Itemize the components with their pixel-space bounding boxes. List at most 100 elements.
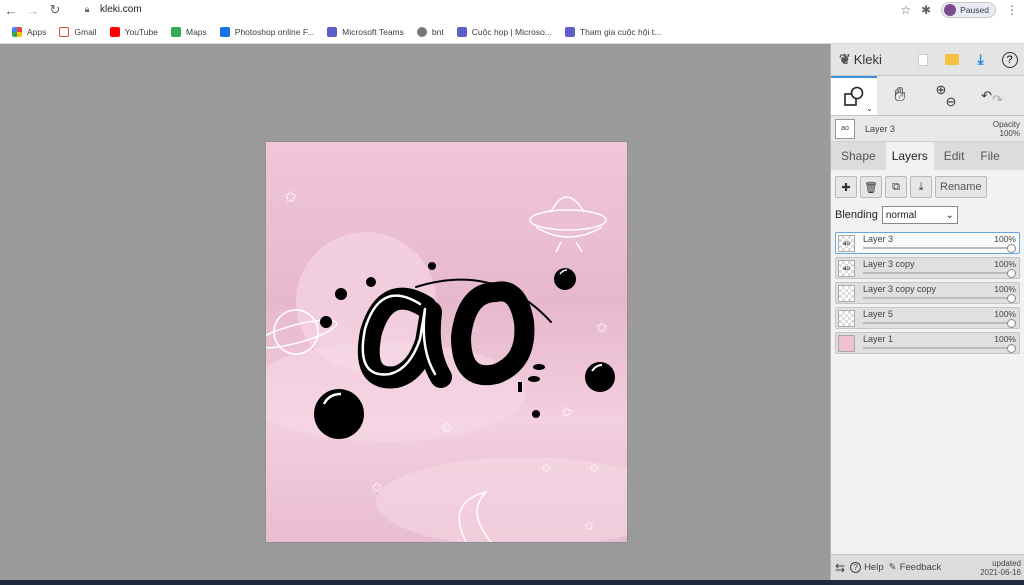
redo-icon[interactable]: ↷	[992, 92, 1003, 108]
tab-edit[interactable]: Edit	[938, 142, 971, 170]
blending-select[interactable]: normal ⌄	[881, 206, 958, 224]
svg-text:✩: ✩	[541, 461, 551, 475]
reload-icon[interactable]: ↻	[44, 0, 66, 20]
layer-preview-name: Layer 3	[865, 123, 896, 134]
layer-item[interactable]: Layer 3 copy copy 100%	[835, 282, 1020, 304]
undo-redo-icon[interactable]: ↶ ↷	[969, 76, 1015, 115]
panel-header: ❦ Kleki ⤓ ?	[831, 44, 1024, 76]
layer-thumbnail	[838, 310, 855, 327]
opacity-slider-handle[interactable]	[1007, 319, 1016, 328]
undo-icon[interactable]: ↶	[981, 88, 992, 104]
bookmark-teams[interactable]: Microsoft Teams	[327, 26, 404, 37]
kleki-logo[interactable]: ❦ Kleki	[839, 51, 908, 68]
shape-tool-icon[interactable]: ⌄	[831, 76, 877, 115]
teams-icon	[564, 26, 575, 37]
bookmark-gmail[interactable]: Gmail	[59, 26, 97, 37]
layer-item[interactable]: ao Layer 3 copy 100%	[835, 257, 1020, 279]
bookmark-star-icon[interactable]: ☆	[900, 3, 911, 17]
layer-opacity: 100%	[994, 234, 1016, 244]
bookmark-label: Apps	[27, 26, 47, 37]
svg-text:✩: ✩	[584, 519, 594, 533]
delete-layer-icon[interactable]: 🗑︎	[860, 176, 882, 198]
tab-shape[interactable]: Shape	[835, 142, 882, 170]
download-icon[interactable]: ⤓	[966, 45, 995, 75]
layer-thumbnail	[838, 335, 855, 352]
svg-text:✩: ✩	[596, 319, 608, 335]
bookmark-photoshop[interactable]: Photoshop online F...	[219, 26, 315, 37]
avatar	[944, 4, 957, 16]
help-link[interactable]: ? Help	[850, 562, 884, 573]
layer-preview-opacity: Opacity 100%	[993, 120, 1020, 138]
tab-layers[interactable]: Layers	[885, 142, 934, 170]
new-image-icon[interactable]	[908, 45, 937, 75]
opacity-slider-handle[interactable]	[1007, 244, 1016, 253]
layer-thumbnail: ao	[838, 235, 855, 252]
opacity-slider-handle[interactable]	[1007, 344, 1016, 353]
updated-date: 2021-06-16	[980, 567, 1021, 577]
bookmark-label: bnt	[431, 26, 444, 37]
blending-value: normal	[885, 209, 917, 221]
zoom-in-icon[interactable]: ⊕	[936, 83, 947, 96]
swap-sides-icon[interactable]: ⇆	[835, 561, 845, 575]
chevron-down-icon[interactable]: ⌄	[866, 104, 873, 113]
opacity-slider-track[interactable]	[863, 347, 1011, 349]
bookmark-apps[interactable]: Apps	[12, 26, 47, 37]
svg-text:✩: ✩	[441, 419, 453, 435]
bookmark-label: Photoshop online F...	[234, 26, 315, 37]
layer-preview: ao Layer 3 Opacity 100%	[831, 116, 1024, 142]
opacity-slider-track[interactable]	[863, 272, 1011, 274]
merge-down-icon[interactable]: ⤓	[910, 176, 932, 198]
add-layer-icon[interactable]: ✚	[835, 176, 857, 198]
rename-button[interactable]: Rename	[935, 176, 987, 198]
canvas-workspace[interactable]: ✩ ✩ ✩ ✩ ✩ ✩ ✩ ✩	[0, 44, 830, 580]
profile-button[interactable]: Paused	[941, 2, 996, 18]
artwork: ✩ ✩ ✩ ✩ ✩ ✩ ✩ ✩	[266, 189, 627, 542]
help-label: Help	[864, 562, 884, 573]
bookmark-label: Tham gia cuộc hội t...	[579, 26, 662, 37]
browser-toolbar: ← → ↻ 🔒︎ kleki.com ☆ ✱ Paused ⋮	[0, 0, 1024, 20]
help-icon[interactable]: ?	[995, 45, 1024, 75]
layer-opacity: 100%	[994, 309, 1016, 319]
drawing-canvas[interactable]: ✩ ✩ ✩ ✩ ✩ ✩ ✩ ✩	[265, 141, 628, 543]
open-folder-icon[interactable]	[937, 45, 966, 75]
opacity-label: Opacity	[992, 119, 1020, 129]
back-icon[interactable]: ←	[0, 0, 22, 20]
menu-kebab-icon[interactable]: ⋮	[1006, 3, 1018, 17]
kleki-side-panel: ❦ Kleki ⤓ ? ⌄ ✋︎ ⊕ ⊖ ↶ ↷ ao Layer 3 Opaci…	[830, 44, 1024, 580]
duplicate-layer-icon[interactable]: ⧉	[885, 176, 907, 198]
zoom-tool-icon[interactable]: ⊕ ⊖	[923, 76, 969, 115]
tool-row: ⌄ ✋︎ ⊕ ⊖ ↶ ↷	[831, 76, 1024, 116]
address-bar[interactable]: 🔒︎ kleki.com	[80, 1, 910, 18]
tab-file[interactable]: File	[974, 142, 1005, 170]
bookmark-youtube[interactable]: YouTube	[109, 26, 158, 37]
teams-icon	[327, 26, 338, 37]
teams-icon	[456, 26, 467, 37]
opacity-value: 100%	[999, 128, 1020, 138]
opacity-slider-handle[interactable]	[1007, 294, 1016, 303]
chevron-down-icon: ⌄	[945, 209, 954, 221]
bookmark-teams-join[interactable]: Tham gia cuộc hội t...	[564, 26, 662, 37]
bookmark-label: Maps	[185, 26, 207, 37]
layer-item[interactable]: ao Layer 3 100%	[835, 232, 1020, 254]
lock-icon: 🔒︎	[84, 4, 90, 14]
layer-opacity: 100%	[994, 259, 1016, 269]
opacity-slider-track[interactable]	[863, 247, 1011, 249]
layer-item[interactable]: Layer 1 100%	[835, 332, 1020, 354]
opacity-slider-track[interactable]	[863, 322, 1011, 324]
updated-label: updated	[992, 558, 1021, 568]
bookmark-bnt[interactable]: bnt	[416, 26, 444, 37]
bookmark-teams-meeting[interactable]: Cuộc họp | Microso...	[456, 26, 552, 37]
extensions-icon[interactable]: ✱	[921, 3, 931, 17]
layer-name: Layer 3 copy copy	[863, 284, 937, 294]
opacity-slider-handle[interactable]	[1007, 269, 1016, 278]
hand-tool-icon[interactable]: ✋︎	[877, 76, 923, 115]
forward-icon[interactable]: →	[22, 0, 44, 20]
apps-grid-icon	[12, 26, 22, 37]
layer-item[interactable]: Layer 5 100%	[835, 307, 1020, 329]
bookmark-maps[interactable]: Maps	[170, 26, 207, 37]
opacity-slider-track[interactable]	[863, 297, 1011, 299]
feedback-link[interactable]: ✎ Feedback	[889, 562, 942, 573]
maps-icon	[170, 26, 181, 37]
zoom-out-icon[interactable]: ⊖	[946, 95, 957, 108]
photoshop-icon	[219, 26, 230, 37]
